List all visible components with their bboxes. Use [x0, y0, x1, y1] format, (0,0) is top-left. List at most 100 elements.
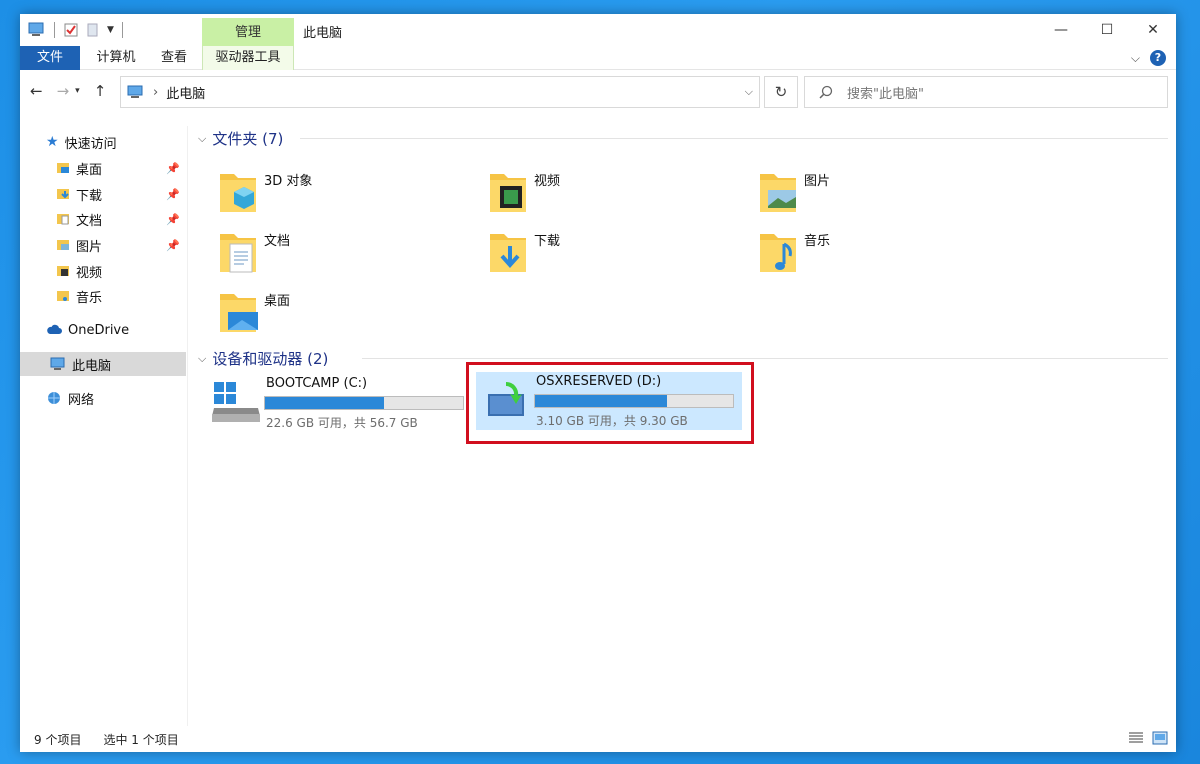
- quick-access-toolbar: ▼: [28, 22, 125, 38]
- videos-folder-icon: [57, 266, 69, 276]
- back-arrow-icon[interactable]: ←: [30, 82, 43, 100]
- group-collapse-chevron-icon[interactable]: ⌵: [198, 132, 206, 146]
- expand-ribbon-chevron-icon[interactable]: ⌵: [1131, 51, 1140, 66]
- new-folder-icon[interactable]: [85, 22, 101, 38]
- details-view-icon[interactable]: [1128, 731, 1144, 745]
- sidebar-item-onedrive[interactable]: OneDrive: [46, 318, 186, 342]
- folder-music[interactable]: 音乐: [756, 226, 1016, 280]
- drive-free-space: 22.6 GB 可用，共 56.7 GB: [266, 416, 418, 430]
- folder-downloads[interactable]: 下载: [486, 226, 746, 280]
- breadcrumb-this-pc[interactable]: 此电脑: [166, 83, 205, 102]
- navigation-row: ← → ▾ ↑ › 此电脑 ⌵ ↻ 搜索"此电脑": [20, 74, 1176, 110]
- network-icon: [48, 392, 60, 404]
- nav-buttons: ← → ▾ ↑: [30, 82, 106, 100]
- sidebar-item-label: 桌面: [76, 162, 103, 178]
- sidebar-item-this-pc[interactable]: 此电脑: [20, 352, 186, 376]
- pin-icon[interactable]: 📌: [166, 188, 180, 201]
- address-bar[interactable]: › 此电脑 ⌵: [120, 76, 760, 108]
- this-pc-icon[interactable]: [28, 22, 46, 38]
- sidebar-item-label: 文档: [76, 213, 103, 229]
- pin-icon[interactable]: 📌: [166, 213, 180, 226]
- folder-label: 3D 对象: [264, 174, 313, 189]
- title-bar: ▼ 管理 此电脑 — ☐ ✕: [20, 14, 1176, 46]
- large-icons-view-icon[interactable]: [1152, 731, 1168, 745]
- star-icon: ★: [46, 134, 59, 150]
- group-divider: [300, 138, 1168, 139]
- group-header-folders[interactable]: ⌵ 文件夹 (7): [198, 128, 283, 149]
- tab-drive-tools[interactable]: 驱动器工具: [202, 46, 294, 70]
- group-header-drives[interactable]: ⌵ 设备和驱动器 (2): [198, 348, 328, 369]
- properties-icon[interactable]: [63, 22, 79, 38]
- folder-videos[interactable]: 视频: [486, 166, 746, 220]
- tab-computer[interactable]: 计算机: [86, 46, 146, 70]
- sidebar-item-pictures[interactable]: 图片 📌: [56, 233, 186, 257]
- sidebar-item-label: 视频: [76, 265, 103, 281]
- recent-locations-chevron-icon[interactable]: ▾: [75, 86, 80, 96]
- search-icon: [819, 85, 833, 99]
- refresh-button[interactable]: ↻: [764, 76, 798, 108]
- sidebar-item-label: 图片: [76, 239, 103, 255]
- group-divider: [362, 358, 1168, 359]
- tab-view[interactable]: 查看: [152, 46, 196, 70]
- close-button[interactable]: ✕: [1130, 14, 1176, 46]
- music-icon: [760, 234, 796, 272]
- sidebar-item-downloads[interactable]: 下载 📌: [56, 182, 186, 206]
- desktop-folder-icon: [57, 163, 69, 173]
- group-title: 文件夹 (7): [212, 130, 284, 148]
- selected-count: 选中 1 个项目: [103, 732, 179, 747]
- ribbon-right-controls: ⌵ ?: [1131, 50, 1166, 66]
- ribbon-tabs: 文件 计算机 查看 驱动器工具 ⌵ ?: [20, 46, 1176, 70]
- maximize-button[interactable]: ☐: [1084, 14, 1130, 46]
- sidebar-item-quick-access[interactable]: ★ 快速访问: [46, 130, 186, 154]
- highlight-annotation-box: [466, 362, 754, 444]
- sidebar-item-label: 音乐: [76, 290, 103, 306]
- downloads-folder-icon: [57, 189, 69, 199]
- folder-label: 文档: [264, 234, 291, 249]
- up-arrow-icon[interactable]: ↑: [94, 82, 107, 100]
- onedrive-cloud-icon: [47, 324, 62, 334]
- minimize-button[interactable]: —: [1038, 14, 1084, 46]
- search-box[interactable]: 搜索"此电脑": [804, 76, 1168, 108]
- item-count: 9 个项目: [34, 732, 82, 747]
- navigation-pane: ★ 快速访问 桌面 📌 下载 📌 文档 📌 图片 📌 视频 音乐 OneDriv…: [20, 126, 188, 726]
- folder-desktop[interactable]: 桌面: [216, 286, 476, 340]
- drive-label: BOOTCAMP (C:): [266, 376, 368, 391]
- folder-label: 桌面: [264, 294, 291, 309]
- documents-icon: [220, 234, 256, 273]
- folder-label: 视频: [534, 174, 561, 189]
- customize-toolbar-chevron-icon[interactable]: ▼: [107, 25, 114, 35]
- sidebar-item-label: 下载: [76, 188, 103, 204]
- drive-usage-bar: [264, 396, 464, 410]
- drive-c[interactable]: BOOTCAMP (C:) 22.6 GB 可用，共 56.7 GB: [210, 374, 480, 432]
- folder-documents[interactable]: 文档: [216, 226, 476, 280]
- toolbar-separator: [121, 22, 123, 38]
- tab-file[interactable]: 文件: [20, 46, 80, 70]
- folder-label: 音乐: [804, 234, 831, 249]
- address-dropdown-chevron-icon[interactable]: ⌵: [745, 85, 753, 99]
- view-toggle: [1128, 731, 1168, 745]
- sidebar-item-label: OneDrive: [68, 322, 130, 338]
- folder-3d-objects[interactable]: 3D 对象: [216, 166, 476, 220]
- status-bar: 9 个项目 选中 1 个项目: [20, 726, 1176, 752]
- group-title: 设备和驱动器 (2): [212, 350, 329, 368]
- help-icon[interactable]: ?: [1150, 50, 1166, 66]
- pin-icon[interactable]: 📌: [166, 162, 180, 175]
- pin-icon[interactable]: 📌: [166, 239, 180, 252]
- this-pc-icon: [50, 357, 65, 370]
- window-controls: — ☐ ✕: [1038, 14, 1176, 46]
- sidebar-item-network[interactable]: 网络: [46, 386, 186, 410]
- sidebar-item-desktop[interactable]: 桌面 📌: [56, 156, 186, 180]
- forward-arrow-icon[interactable]: →: [57, 82, 70, 100]
- window-title: 此电脑: [303, 26, 343, 41]
- content-pane: ⌵ 文件夹 (7) 3D 对象 视频 图片 文档 下载 音乐 桌面 ⌵ 设备和驱…: [190, 118, 1176, 728]
- this-pc-icon: [127, 85, 143, 98]
- sidebar-item-documents[interactable]: 文档 📌: [56, 207, 186, 231]
- desktop-icon: [220, 294, 258, 332]
- context-tab-group-manage: 管理: [202, 18, 294, 46]
- group-collapse-chevron-icon[interactable]: ⌵: [198, 352, 206, 366]
- sidebar-item-music[interactable]: 音乐: [56, 284, 186, 308]
- sidebar-item-videos[interactable]: 视频: [56, 259, 186, 283]
- address-separator[interactable]: ›: [153, 85, 158, 100]
- folder-pictures[interactable]: 图片: [756, 166, 1016, 220]
- music-folder-icon: [57, 291, 69, 301]
